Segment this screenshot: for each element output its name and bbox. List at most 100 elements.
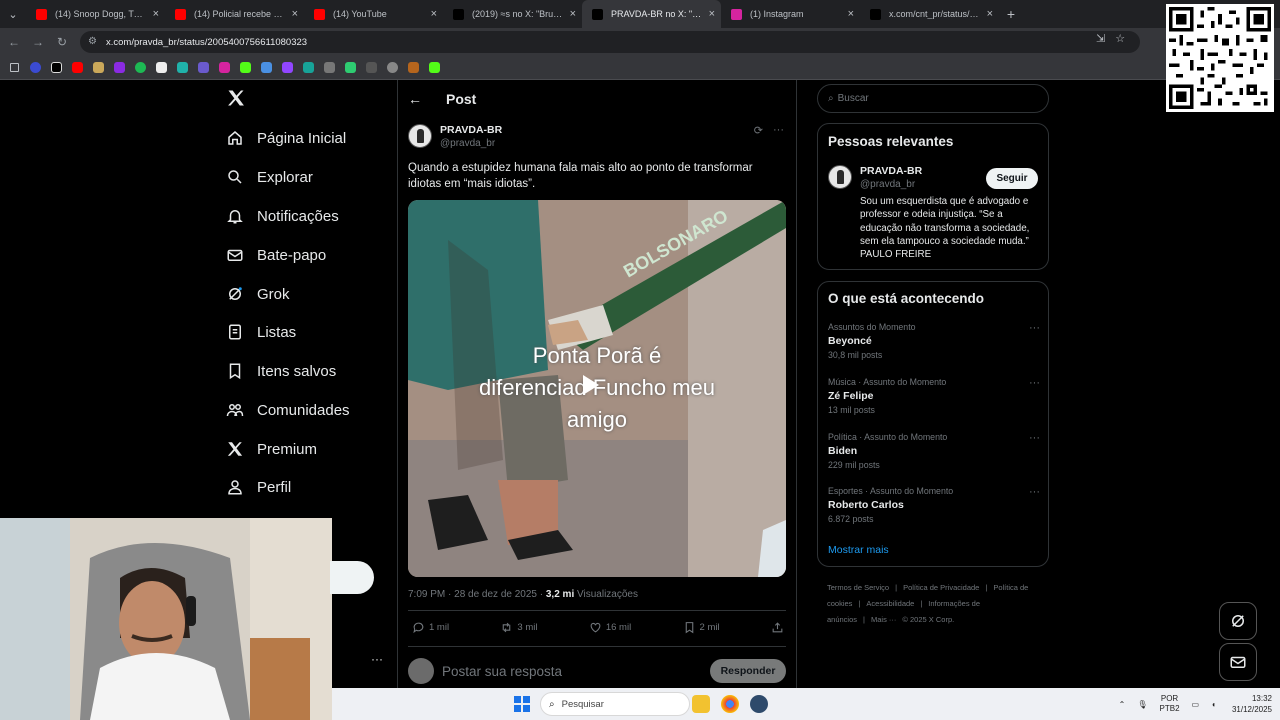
browser-tab[interactable]: PRAVDA-BR no X: "Quan × [582,0,721,28]
bookmark-youtube-icon[interactable] [69,59,86,76]
post-author[interactable]: PRAVDA-BR @pravda_br [408,124,502,149]
footer-link[interactable]: © 2025 X Corp. [902,615,954,624]
footer-link[interactable]: Política de Privacidade [903,583,979,592]
bookmark-twitch-icon[interactable] [279,59,296,76]
browser-tab[interactable]: (1) Instagram × [721,0,860,28]
follow-button[interactable]: Seguir [986,168,1038,189]
author-name[interactable]: PRAVDA-BR [440,124,502,136]
bookmark-1-icon[interactable] [27,59,44,76]
relevant-handle[interactable]: @pravda_br [860,179,922,190]
footer-link[interactable]: Acessibilidade [866,599,914,608]
trend-item[interactable]: Música · Assunto do Momento Zé Felipe 13 m… [828,377,1040,415]
browser-tab[interactable]: (2019) ≈s no X: "Brutal. O × [443,0,582,28]
bookmark-kick-2-icon[interactable] [426,59,443,76]
reload-button[interactable]: ↻ [50,30,74,54]
back-button[interactable]: ← [2,30,26,54]
install-app-icon[interactable]: ⇲ [1096,32,1105,45]
play-icon[interactable] [583,375,599,395]
more-options-icon[interactable]: ··· [1029,322,1040,334]
browser-tab[interactable]: (14) YouTube × [304,0,443,28]
bookmark-instagram-icon[interactable] [216,59,233,76]
x-logo-icon[interactable] [226,88,248,110]
repost-button[interactable]: 3 mil [500,621,537,634]
reply-input[interactable]: Postar sua resposta [442,664,710,679]
search-input[interactable]: ⌕ Buscar [817,84,1049,113]
volume-icon[interactable]: ◖ [1211,700,1216,709]
bookmark-8-icon[interactable] [174,59,191,76]
like-button[interactable]: 16 mil [589,621,631,634]
reply-submit-button[interactable]: Responder [710,659,786,683]
nav-item-bate-papo[interactable]: Bate-papo [226,240,326,270]
browser-tab[interactable]: x.com/cnt_pr/status/2006 × [860,0,999,28]
nav-item-notifica-es[interactable]: Notificações [226,201,339,231]
nav-item-itens-salvos[interactable]: Itens salvos [226,356,336,386]
browser-tab[interactable]: (14) Policial recebe voz de × [165,0,304,28]
trend-item[interactable]: Esportes · Assunto do Momento Roberto Car… [828,486,1040,524]
clock[interactable]: 13:32 31/12/2025 [1232,693,1272,715]
bookmark-9-icon[interactable] [195,59,212,76]
close-tab-icon[interactable]: × [570,8,576,20]
bookmark-17-icon[interactable] [363,59,380,76]
bookmark-12-icon[interactable] [258,59,275,76]
more-options-icon[interactable]: ··· [1029,432,1040,444]
language-indicator[interactable]: POR PTB2 [1160,694,1180,714]
grok-floating-button[interactable] [1219,602,1257,640]
avatar[interactable] [828,165,852,189]
chrome-icon[interactable] [721,695,739,713]
trend-item[interactable]: Assuntos do Momento Beyoncé 30,8 mil posts… [828,322,1040,360]
nav-item-listas[interactable]: Listas [226,317,296,347]
nav-item-p-gina-inicial[interactable]: Página Inicial [226,123,346,153]
bookmark-16-icon[interactable] [342,59,359,76]
nav-item-perfil[interactable]: Perfil [226,472,291,502]
file-explorer-icon[interactable] [692,695,710,713]
relevant-name[interactable]: PRAVDA-BR [860,165,922,177]
nav-item-explorar[interactable]: Explorar [226,162,313,192]
bookmark-19-icon[interactable] [405,59,422,76]
app-icon[interactable] [750,695,768,713]
chevron-up-icon[interactable]: ⌃ [1119,700,1126,709]
close-tab-icon[interactable]: × [848,8,854,20]
messages-floating-button[interactable] [1219,643,1257,681]
share-button[interactable] [771,621,784,634]
post-timestamp[interactable]: 7:09 PM · 28 de dez de 2025 · [408,589,546,600]
bookmark-star-icon[interactable]: ☆ [1115,32,1125,45]
nav-item-premium[interactable]: Premium [226,434,317,464]
trend-item[interactable]: Política · Assunto do Momento Biden 229 mi… [828,432,1040,470]
bookmark-button[interactable]: 2 mil [683,621,720,634]
more-options-icon[interactable]: ··· [1029,377,1040,389]
bookmark-7-icon[interactable] [153,59,170,76]
more-options-icon[interactable]: ··· [1029,486,1040,498]
relevant-user[interactable]: PRAVDA-BR @pravda_br [828,165,922,190]
nav-item-grok[interactable]: Grok [226,279,290,309]
nav-item-comunidades[interactable]: Comunidades [226,395,350,425]
close-tab-icon[interactable]: × [292,8,298,20]
bookmark-14-icon[interactable] [300,59,317,76]
close-tab-icon[interactable]: × [709,8,715,20]
bookmark-18-icon[interactable] [384,59,401,76]
bookmark-kick-icon[interactable] [237,59,254,76]
address-bar[interactable]: ⚙ x.com/pravda_br/status/200540075661108… [80,31,1140,53]
network-icon[interactable]: ▭ [1192,700,1200,709]
author-handle[interactable]: @pravda_br [440,138,502,149]
bookmark-6-icon[interactable] [132,59,149,76]
back-arrow-icon[interactable]: ← [408,91,422,107]
close-tab-icon[interactable]: × [431,8,437,20]
bookmark-x-icon[interactable] [48,59,65,76]
close-tab-icon[interactable]: × [153,8,159,20]
bookmark-5-icon[interactable] [111,59,128,76]
browser-tab[interactable]: (14) Snoop Dogg, Tupac, × [26,0,165,28]
bookmark-4-icon[interactable] [90,59,107,76]
close-tab-icon[interactable]: × [987,8,993,20]
site-info-icon[interactable]: ⚙ [88,36,100,48]
windows-start-icon[interactable] [514,696,530,712]
post-video[interactable]: BOLSONARO Ponta Porã é diferenciad Funch… [408,200,786,577]
more-options-icon[interactable]: ··· [773,124,784,137]
apps-grid-icon[interactable] [6,59,23,76]
tab-search-button[interactable]: ⌄ [0,0,26,28]
forward-button[interactable]: → [26,30,50,54]
show-more-link[interactable]: Mostrar mais [828,544,889,556]
footer-link[interactable]: Mais ··· [871,615,896,624]
bookmark-15-icon[interactable] [321,59,338,76]
avatar[interactable] [408,124,432,148]
account-more-icon[interactable]: ··· [371,652,383,666]
